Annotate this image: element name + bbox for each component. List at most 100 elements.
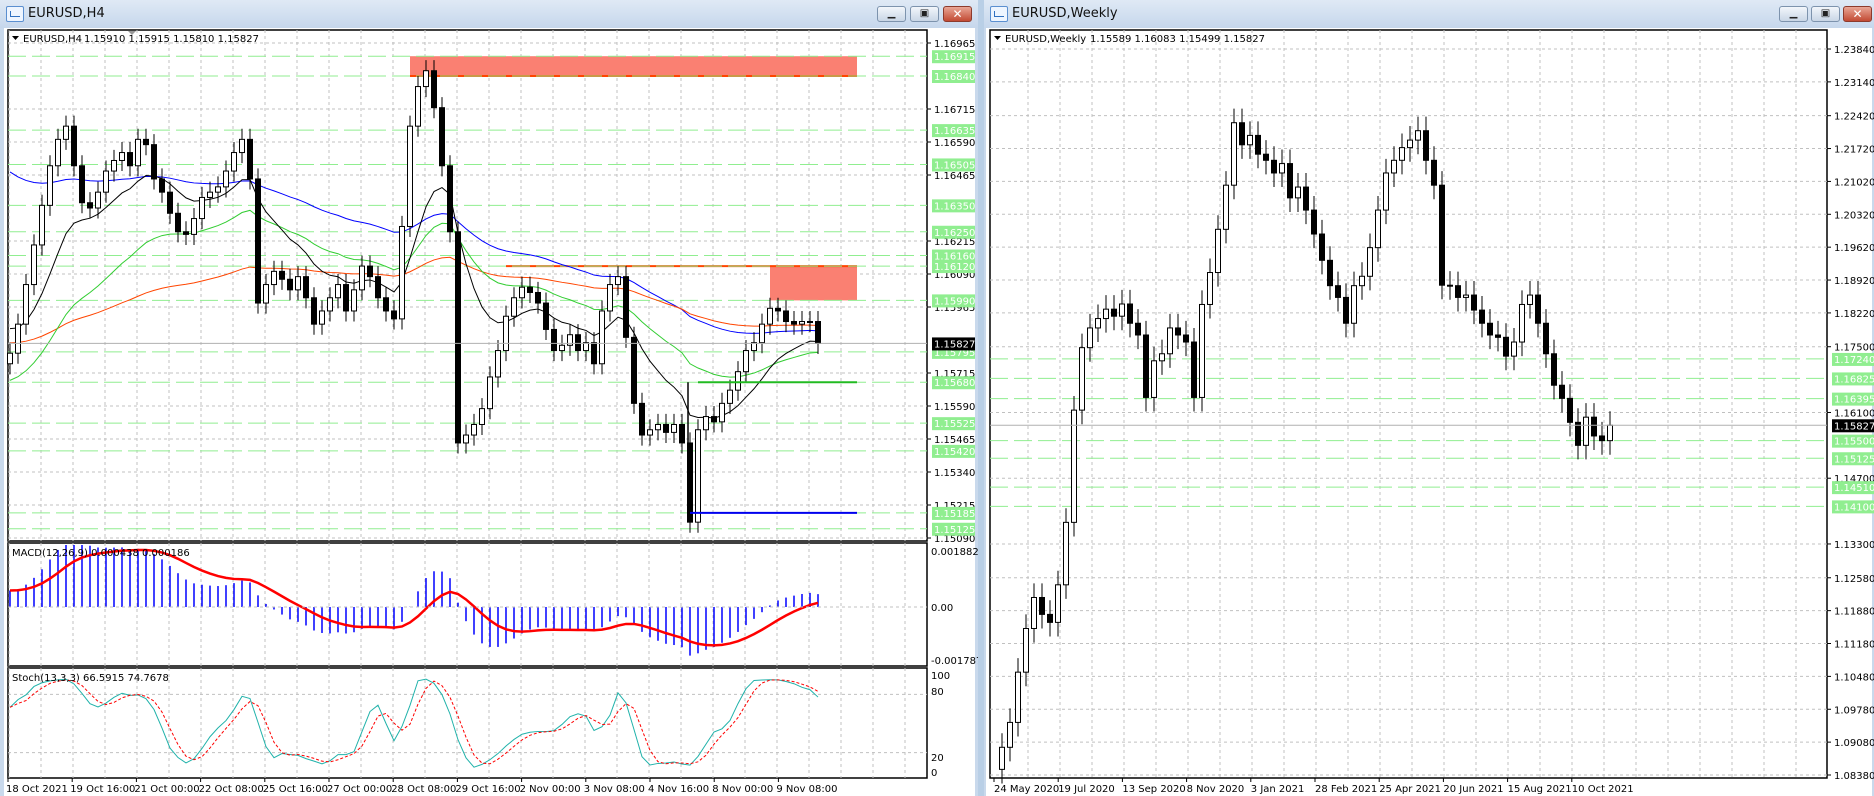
candle-body [359, 265, 365, 291]
candle-body [39, 204, 45, 246]
candle-body [1599, 435, 1605, 442]
time-label: 27 Oct 00:00 [327, 784, 392, 795]
candle-body [1151, 360, 1157, 398]
candle-body [1231, 122, 1237, 186]
candle-body [1271, 159, 1277, 174]
supply-zone [770, 266, 857, 301]
stoch-label: Stoch(13,3,3) 66.5915 74.7678 [12, 673, 169, 684]
candle-body [1455, 285, 1461, 298]
candle-body [1167, 327, 1173, 355]
price-tick-label: 1.08380 [1834, 771, 1874, 782]
candle-body [1551, 353, 1557, 386]
candle-body [735, 371, 741, 391]
h4-chart-window: EURUSD,H4 ▁ ▣ ✕ 1.16965 1.16715 1.16590 1.1… [0, 0, 978, 796]
candle-body [15, 323, 21, 354]
candle-body [303, 276, 309, 299]
candle-body [263, 284, 269, 304]
candle-body [815, 321, 821, 344]
candle-body [503, 315, 509, 352]
candle-body [527, 286, 533, 293]
price-tick-label: 1.13300 [1834, 540, 1874, 551]
candle-body [1327, 259, 1333, 287]
candle-body [1303, 186, 1309, 211]
candle-body [1463, 294, 1469, 298]
price-tick-label: 1.09780 [1834, 705, 1874, 716]
candle-body [575, 334, 581, 352]
candle-body [1055, 584, 1061, 623]
candle-body [391, 310, 397, 320]
candle-body [1223, 184, 1229, 230]
candle-body [1503, 336, 1509, 357]
candle-body [1191, 341, 1197, 398]
weekly-chart[interactable]: 1.23840 1.23140 1.22420 1.21720 1.21020 1.203… [984, 0, 1874, 796]
candle-body [295, 276, 301, 291]
candle-body [1567, 397, 1573, 423]
candle-body [119, 152, 125, 161]
candle-body [1031, 596, 1037, 629]
candle-body [1487, 322, 1493, 336]
level-label: 1.16350 [934, 201, 975, 212]
candle-body [1279, 163, 1285, 174]
price-tick-label: 1.16715 [934, 105, 975, 116]
candle-body [759, 323, 765, 344]
candle-body [1039, 596, 1045, 615]
time-label: 9 Nov 08:00 [776, 784, 837, 795]
level-label: 1.15990 [934, 296, 975, 307]
level-label: 1.16120 [934, 262, 975, 273]
chart-symbol: EURUSD,H4 [23, 34, 82, 45]
level-label: 1.16825 [1834, 374, 1874, 385]
level-label: 1.16915 [934, 52, 975, 63]
candle-body [1263, 153, 1269, 161]
candle-body [399, 225, 405, 320]
level-label: 1.15420 [934, 447, 975, 458]
time-label: 8 Nov 00:00 [712, 784, 773, 795]
candle-body [1535, 294, 1541, 324]
candle-body [1143, 334, 1149, 398]
candle-body [1023, 627, 1029, 673]
candle-body [1391, 159, 1397, 174]
candle-body [31, 244, 37, 286]
candle-body [599, 310, 605, 365]
candle-body [1295, 186, 1301, 199]
candle-body [1135, 322, 1141, 336]
candle-body [1543, 322, 1549, 355]
chart-symbol: EURUSD,Weekly [1005, 34, 1086, 45]
price-tick-label: 1.12580 [1834, 574, 1874, 585]
candle-body [1207, 272, 1213, 305]
price-tick-label: 1.11880 [1834, 607, 1874, 618]
candle-body [1319, 233, 1325, 261]
time-label: 3 Jan 2021 [1251, 784, 1305, 795]
price-tick-label: 1.16100 [1834, 408, 1874, 419]
candle-body [23, 284, 29, 325]
candle-body [799, 321, 805, 325]
stoch-tick-label: 20 [931, 753, 944, 764]
candle-body [1407, 139, 1413, 149]
candle-body [271, 270, 277, 286]
stoch-tick-label: 0 [931, 768, 937, 779]
candle-body [1367, 247, 1373, 277]
candle-body [679, 423, 685, 444]
price-tick-label: 1.10480 [1834, 672, 1874, 683]
candle-body [239, 138, 245, 154]
candle-body [1047, 613, 1053, 623]
macd-label: MACD(12,26,9) 0.000438 0.000186 [12, 548, 190, 559]
level-label: 1.16840 [934, 72, 975, 83]
candle-body [1559, 384, 1565, 399]
candle-body [623, 276, 629, 338]
time-label: 13 Sep 2020 [1122, 784, 1185, 795]
price-tick-label: 1.09080 [1834, 738, 1874, 749]
chart-ohlc: 1.15910 1.15915 1.15810 1.15827 [84, 34, 259, 45]
level-label: 1.16395 [1834, 395, 1874, 406]
candle-body [127, 152, 133, 167]
current-price-label: 1.15827 [934, 339, 975, 350]
candle-body [615, 276, 621, 286]
candle-body [1375, 209, 1381, 249]
time-label: 8 Nov 2020 [1187, 784, 1245, 795]
stoch-pane [7, 667, 928, 779]
candle-body [415, 86, 421, 127]
candle-body [1431, 159, 1437, 186]
level-label: 1.14100 [1834, 502, 1874, 513]
candle-body [1607, 424, 1613, 442]
candle-body [199, 196, 205, 220]
h4-chart[interactable]: 1.169651.167151.165901.164651.162151.160… [0, 0, 978, 796]
